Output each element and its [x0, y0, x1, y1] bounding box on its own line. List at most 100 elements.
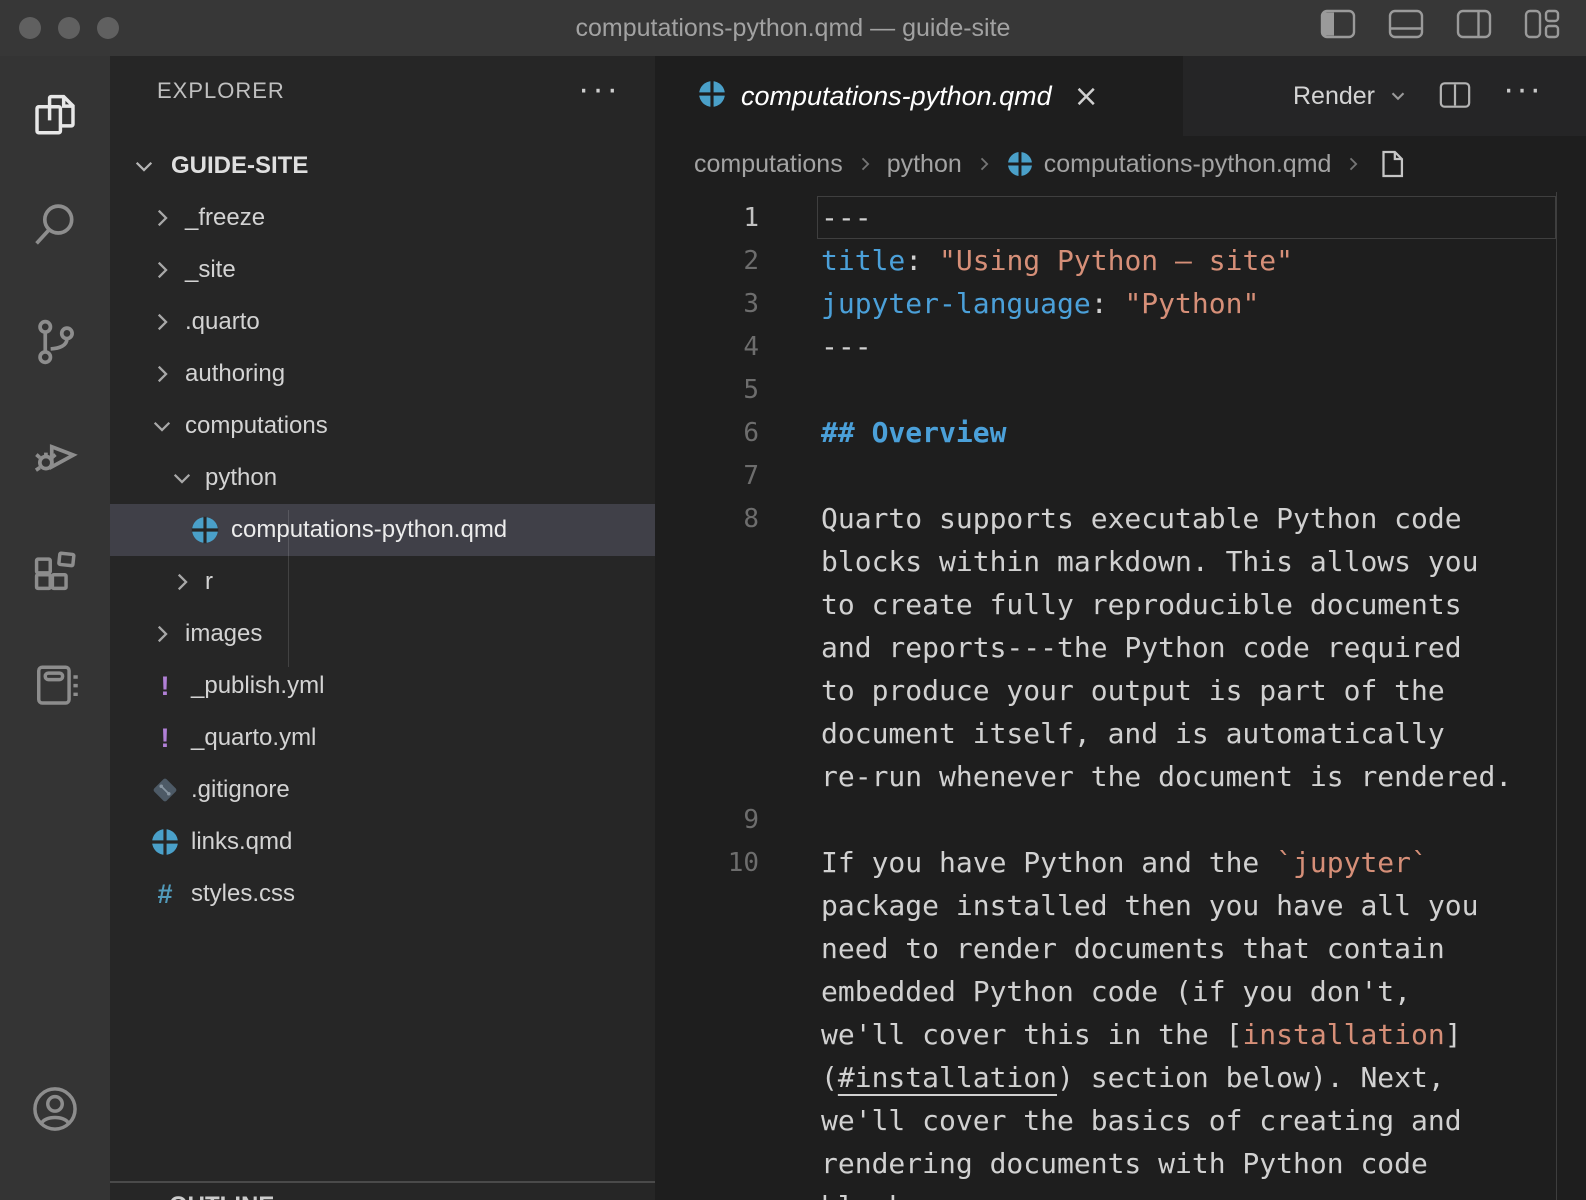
breadcrumb-python[interactable]: python: [887, 150, 962, 179]
chevron-right-icon: [145, 253, 179, 287]
tree-item-links-qmd[interactable]: links.qmd: [110, 816, 655, 868]
line-number: 1: [655, 203, 759, 233]
code-line-row[interactable]: (#installation) section below). Next,: [655, 1056, 1586, 1099]
toggle-panel-icon[interactable]: [1388, 9, 1424, 39]
source-control-icon[interactable]: [0, 305, 110, 379]
workspace-section-header[interactable]: GUIDE-SITE: [110, 144, 655, 188]
code-line-row[interactable]: 10 If you have Python and the `jupyter`: [655, 841, 1586, 884]
code-text: and reports---the Python code required: [821, 631, 1462, 664]
code-line-row[interactable]: re-run whenever the document is rendered…: [655, 755, 1586, 798]
code-line-row[interactable]: 7: [655, 454, 1586, 497]
code-line-row[interactable]: rendering documents with Python code: [655, 1142, 1586, 1185]
tree-item-label: links.qmd: [191, 828, 292, 856]
tab-close-icon[interactable]: ×: [1074, 79, 1099, 114]
settings-gear-icon[interactable]: [0, 1184, 110, 1200]
code-text: to produce your output is part of the: [821, 674, 1445, 707]
git-file-icon: [145, 772, 185, 808]
explorer-more-actions-icon[interactable]: ···: [578, 70, 621, 109]
explorer-icon[interactable]: [0, 78, 110, 152]
tree-item-label: _publish.yml: [191, 672, 324, 700]
tree-item--freeze[interactable]: _freeze: [110, 192, 655, 244]
chevron-right-icon: [165, 565, 199, 599]
code-line-row[interactable]: to produce your output is part of the: [655, 669, 1586, 712]
tree-item-authoring[interactable]: authoring: [110, 348, 655, 400]
titlebar: computations-python.qmd — guide-site: [0, 0, 1586, 56]
line-number: 8: [655, 504, 759, 534]
line-number: 2: [655, 246, 759, 276]
code-line-row[interactable]: need to render documents that contain: [655, 927, 1586, 970]
code-line-row[interactable]: 9: [655, 798, 1586, 841]
workspace-name: GUIDE-SITE: [171, 152, 308, 180]
tree-item-computations-python-qmd[interactable]: computations-python.qmd: [110, 504, 655, 556]
render-button[interactable]: Render: [1293, 56, 1409, 136]
code-editor[interactable]: 1--- 2 title: "Using Python — site" 3jupyte…: [655, 192, 1586, 1200]
code-line-row[interactable]: 2 title: "Using Python — site": [655, 239, 1586, 282]
split-editor-right-icon[interactable]: [1456, 9, 1492, 39]
tree-item--site[interactable]: _site: [110, 244, 655, 296]
yaml-warning-icon: !: [145, 668, 185, 704]
extensions-icon[interactable]: [0, 533, 110, 607]
code-text: re-run whenever the document is rendered…: [821, 760, 1512, 793]
breadcrumb-file[interactable]: computations-python.qmd: [1044, 150, 1332, 179]
tree-item-python[interactable]: python: [110, 452, 655, 504]
explorer-sidebar: EXPLORER ··· GUIDE-SITE _freeze_site.qua…: [110, 56, 655, 1200]
tree-item-r[interactable]: r: [110, 556, 655, 608]
editor-more-actions-icon[interactable]: ···: [1503, 70, 1543, 109]
run-debug-icon[interactable]: [0, 418, 110, 492]
code-line-row[interactable]: embedded Python code (if you don't,: [655, 970, 1586, 1013]
split-editor-icon[interactable]: [1439, 80, 1471, 115]
code-line-row[interactable]: and reports---the Python code required: [655, 626, 1586, 669]
tree-item-images[interactable]: images: [110, 608, 655, 660]
explorer-header: EXPLORER ···: [110, 56, 655, 126]
code-line-row[interactable]: 5: [655, 368, 1586, 411]
code-text: document itself, and is automatically: [821, 717, 1445, 750]
chevron-right-icon: [127, 1196, 161, 1200]
code-text: we'll cover the basics of creating and: [821, 1104, 1462, 1137]
account-icon[interactable]: [0, 1072, 110, 1146]
tree-item-computations[interactable]: computations: [110, 400, 655, 452]
search-icon[interactable]: [0, 188, 110, 262]
code-text: If you have Python and the `jupyter`: [821, 846, 1428, 879]
breadcrumb-computations[interactable]: computations: [694, 150, 843, 179]
code-line-row[interactable]: document itself, and is automatically: [655, 712, 1586, 755]
tab-computations-python[interactable]: computations-python.qmd ×: [655, 56, 1183, 136]
outline-section-header[interactable]: OUTLINE: [110, 1190, 655, 1200]
line-number: 9: [655, 805, 759, 835]
code-line-row[interactable]: we'll cover the basics of creating and: [655, 1099, 1586, 1142]
quarto-file-icon: [697, 79, 727, 114]
code-line-row[interactable]: blocks.: [655, 1185, 1586, 1200]
code-line-row[interactable]: 8Quarto supports executable Python code: [655, 497, 1586, 540]
toggle-sidebar-icon[interactable]: [1320, 9, 1356, 39]
line-number: 4: [655, 332, 759, 362]
code-line-row[interactable]: blocks within markdown. This allows you: [655, 540, 1586, 583]
tree-item-styles-css[interactable]: #styles.css: [110, 868, 655, 920]
tree-item--gitignore[interactable]: .gitignore: [110, 764, 655, 816]
code-text: (#installation) section below). Next,: [821, 1061, 1445, 1094]
indent-guide: [288, 510, 289, 667]
chevron-down-icon: [127, 149, 161, 183]
line-number: 7: [655, 461, 759, 491]
code-line-row[interactable]: 1---: [655, 196, 1586, 239]
code-line-row[interactable]: we'll cover this in the [installation]: [655, 1013, 1586, 1056]
tree-item--quarto-yml[interactable]: !_quarto.yml: [110, 712, 655, 764]
tree-item-label: _quarto.yml: [191, 724, 316, 752]
tree-item--publish-yml[interactable]: !_publish.yml: [110, 660, 655, 712]
quarto-file-icon: [145, 824, 185, 860]
chevron-right-icon: [145, 201, 179, 235]
chevron-right-icon: [974, 154, 994, 174]
css-file-icon: #: [145, 876, 185, 912]
tree-item--quarto[interactable]: .quarto: [110, 296, 655, 348]
code-line-row[interactable]: 6## Overview: [655, 411, 1586, 454]
outline-divider: [110, 1181, 655, 1183]
code-line-row[interactable]: to create fully reproducible documents: [655, 583, 1586, 626]
code-line-row[interactable]: 3jupyter-language: "Python": [655, 282, 1586, 325]
code-text: we'll cover this in the [installation]: [821, 1018, 1462, 1051]
code-text: title: "Using Python — site": [821, 244, 1293, 277]
line-number: 10: [655, 848, 759, 878]
customize-layout-icon[interactable]: [1524, 9, 1562, 39]
code-line-row[interactable]: package installed then you have all you: [655, 884, 1586, 927]
code-text: to create fully reproducible documents: [821, 588, 1462, 621]
chevron-down-icon: [165, 461, 199, 495]
notebook-icon[interactable]: [0, 648, 110, 722]
code-line-row[interactable]: 4---: [655, 325, 1586, 368]
